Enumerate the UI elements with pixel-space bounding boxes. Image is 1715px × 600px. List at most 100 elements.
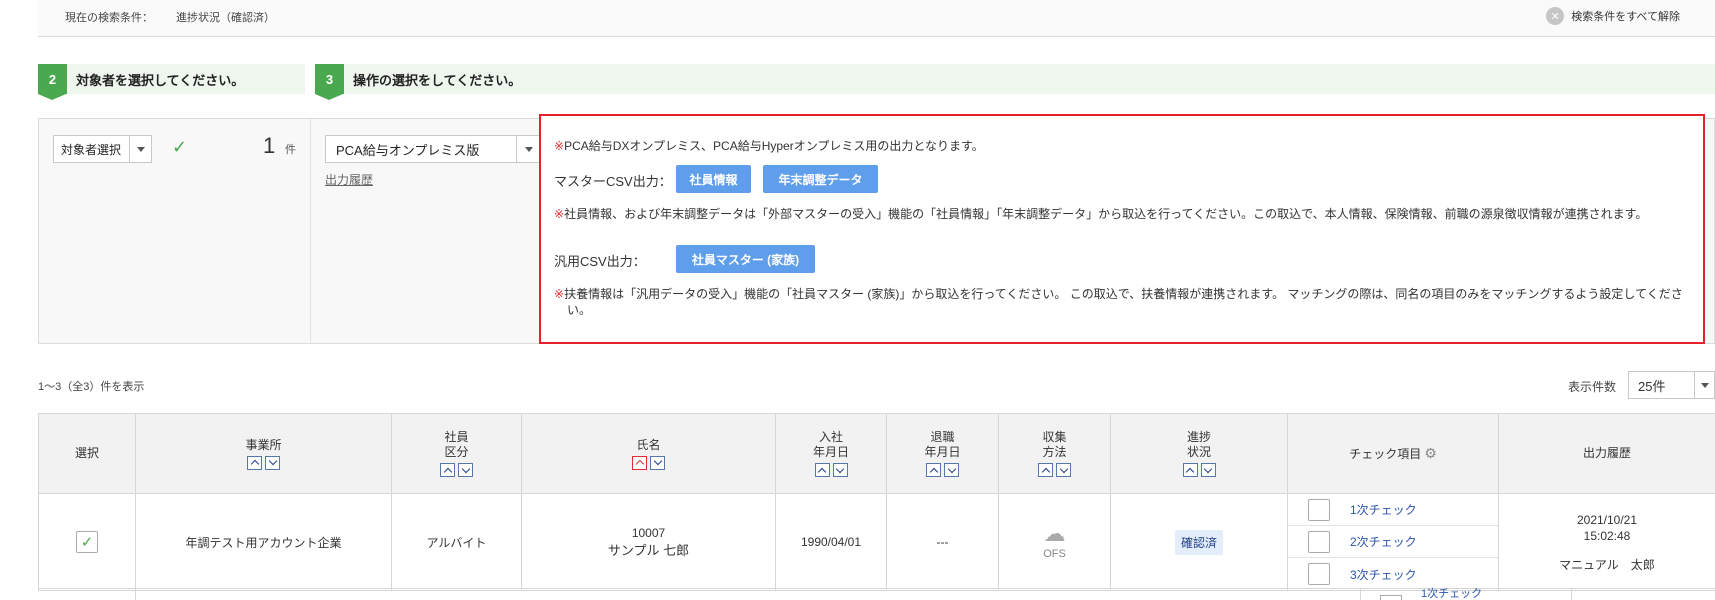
step-3-header: 3 操作の選択をしてください。 [315,64,1715,100]
sort-asc-button[interactable] [440,463,455,477]
step-2-header: 2 対象者を選択してください。 [38,64,305,100]
col-name: 氏名 [521,413,776,494]
cell-name: 10007 サンプル 七郎 [521,493,776,591]
close-circle-icon: ✕ [1546,7,1565,25]
chevron-down-icon [129,136,151,162]
check-item-3: 3次チェック [1288,558,1498,590]
chevron-down-icon [1694,372,1714,398]
note-pca-output-text: PCA給与DXオンプレミス、PCA給与Hyperオンプレミス用の出力となります。 [564,139,984,153]
clear-all-label: 検索条件をすべて解除 [1571,11,1680,23]
check-item-checkbox[interactable] [1308,498,1330,521]
sort-desc-button[interactable] [832,463,848,477]
sort-asc-button[interactable] [1038,463,1053,477]
search-condition-value: 進捗状況（確認済） [176,12,275,24]
master-csv-label: マスターCSV出力： [554,174,672,189]
gear-icon[interactable]: ⚙ [1424,445,1437,461]
table-header-row: 選択 事業所 社員 区分 氏名 入社 年月日 退職 年月日 収集 方法 進捗 状… [38,413,1715,494]
employee-number: 10007 [631,525,666,540]
col-select-label: 選択 [74,446,99,460]
sort-desc-button[interactable] [1056,463,1071,477]
page: 現在の検索条件： 進捗状況（確認済） ✕ 検索条件をすべて解除 2 対象者を選択… [0,0,1715,600]
col-retire-date-label: 退職 年月日 [924,430,961,459]
cell-emp-type: アルバイト [391,493,522,591]
collect-method-value: OFS [1043,548,1066,560]
col-emp-type-label: 社員 区分 [444,430,469,459]
checkmark-icon: ✓ [172,137,188,157]
sort-asc-button[interactable] [247,455,262,470]
sort-desc-button[interactable] [1200,463,1216,477]
col-retire-date: 退職 年月日 [886,413,999,494]
search-condition-bar: 現在の検索条件： 進捗状況（確認済） ✕ 検索条件をすべて解除 [38,0,1715,37]
column-divider [135,589,136,600]
employee-info-button[interactable]: 社員情報 [676,165,751,193]
column-divider [1360,589,1361,600]
check-item-link[interactable]: 1次チェック [1421,589,1482,600]
cell-history: 2021/10/21 15:02:48 マニュアル 太郎 [1498,493,1715,591]
col-office: 事業所 [135,413,392,494]
check-item-link[interactable]: 3次チェック [1350,566,1417,583]
note-mark: ※ [554,139,565,153]
cell-check-items: 1次チェック 2次チェック 3次チェック [1287,493,1499,591]
note-employee-import-text: 社員情報、および年末調整データは「外部マスターの受入」機能の「社員情報」「年末調… [564,207,1648,221]
col-hire-date-label: 入社 年月日 [812,430,849,459]
sort-asc-button-active[interactable] [632,455,647,470]
history-date: 2021/10/21 [1576,512,1638,527]
employee-name: サンプル 七郎 [607,542,690,558]
check-item-checkbox[interactable] [1308,530,1330,553]
target-select[interactable]: 対象者選択 [53,135,152,163]
search-condition-label: 現在の検索条件： [65,12,153,24]
list-count-text: 1〜3（全3）件を表示 [38,381,145,393]
sort-asc-button[interactable] [1182,463,1198,477]
history-time: 15:02:48 [1583,528,1631,543]
year-end-data-button[interactable]: 年末調整データ [763,165,878,193]
employee-table: 選択 事業所 社員 区分 氏名 入社 年月日 退職 年月日 収集 方法 進捗 状… [38,413,1715,591]
sort-asc-button[interactable] [926,463,941,477]
employee-master-family-button[interactable]: 社員マスター (家族) [676,245,815,273]
check-item-checkbox[interactable] [1380,595,1402,600]
col-progress: 進捗 状況 [1110,413,1288,494]
target-select-value: 対象者選択 [61,142,122,157]
clear-all-conditions-button[interactable]: ✕ 検索条件をすべて解除 [1546,7,1680,25]
step-3-number: 3 [315,64,344,100]
table-row-partial: 1次チェック [38,588,1715,600]
cloud-icon: ☁ [1043,521,1066,546]
step-3-title: 操作の選択をしてください。 [353,72,522,88]
cell-hire-date: 1990/04/01 [775,493,887,591]
cell-retire-date: --- [886,493,999,591]
export-info-box: ※PCA給与DXオンプレミス、PCA給与Hyperオンプレミス用の出力となります… [539,114,1705,344]
target-count: 1 [263,133,276,158]
col-hire-date: 入社 年月日 [775,413,887,494]
step-2-number: 2 [38,64,67,100]
operation-select-value: PCA給与オンプレミス版 [336,142,480,158]
chevron-down-icon [516,136,540,162]
col-check-items: チェック項目 ⚙ [1287,413,1499,494]
col-collect-method-label: 収集 方法 [1042,430,1067,459]
col-select: 選択 [38,413,136,494]
check-item-link[interactable]: 2次チェック [1350,533,1417,550]
per-page-value: 25件 [1638,378,1666,394]
col-office-label: 事業所 [245,437,282,452]
sort-desc-button[interactable] [944,463,959,477]
column-divider [1571,589,1572,600]
per-page-select[interactable]: 25件 [1628,371,1715,399]
operation-select[interactable]: PCA給与オンプレミス版 [325,135,541,163]
check-item-checkbox[interactable] [1308,563,1330,585]
history-user: マニュアル 太郎 [1559,557,1655,572]
sort-asc-button[interactable] [814,463,830,477]
note-employee-import: ※社員情報、および年末調整データは「外部マスターの受入」機能の「社員情報」「年末… [554,206,1647,222]
note-dependent-import-text: 扶養情報は「汎用データの受入」機能の「社員マスター (家族)」から取込を行ってく… [564,287,1683,317]
check-item-2: 2次チェック [1288,526,1498,558]
col-name-label: 氏名 [636,437,661,452]
col-progress-label: 進捗 状況 [1186,430,1211,459]
sort-desc-button[interactable] [458,463,473,477]
col-collect-method: 収集 方法 [998,413,1111,494]
check-item-link[interactable]: 1次チェック [1350,501,1417,518]
col-history: 出力履歴 [1498,413,1715,494]
sort-desc-button[interactable] [265,455,280,470]
sort-desc-button[interactable] [650,455,665,470]
row-select-checkbox[interactable]: ✓ [76,531,98,553]
cell-progress: 確認済 [1110,493,1288,591]
output-history-link[interactable]: 出力履歴 [325,171,373,188]
generic-csv-label: 汎用CSV出力： [554,254,646,269]
col-check-items-label: チェック項目 [1349,446,1422,461]
